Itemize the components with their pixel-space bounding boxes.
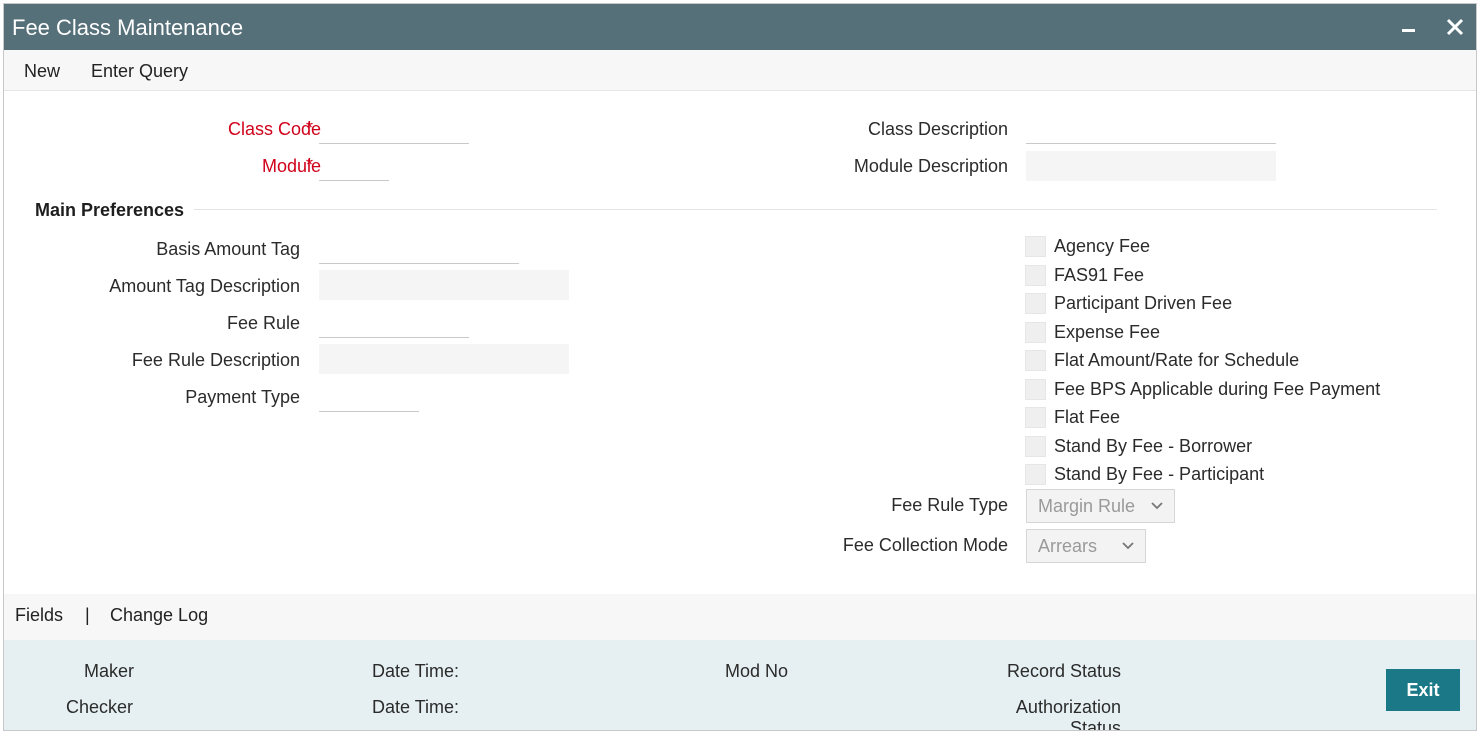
- flat-amount-rate-checkbox[interactable]: [1025, 350, 1046, 371]
- fee-class-maintenance-window: Fee Class Maintenance New Enter Query Cl…: [3, 3, 1477, 731]
- basis-amount-tag-input[interactable]: [319, 234, 519, 264]
- flat-fee-label: Flat Fee: [1054, 407, 1121, 427]
- fee-rule-type-value: Margin Rule: [1038, 496, 1136, 516]
- chevron-down-icon: [1150, 490, 1164, 522]
- fee-rule-type-select[interactable]: Margin Rule: [1026, 489, 1175, 523]
- expense-fee-label: Expense Fee: [1054, 322, 1161, 342]
- maker-label: Maker: [84, 661, 135, 681]
- fas91-fee-label: FAS91 Fee: [1054, 265, 1145, 285]
- payment-type-input[interactable]: [319, 382, 419, 412]
- module-description-input: [1026, 151, 1276, 181]
- close-icon[interactable]: [1440, 12, 1470, 42]
- payment-type-label: Payment Type: [185, 387, 300, 407]
- fee-collection-mode-value: Arrears: [1038, 536, 1098, 556]
- fee-rule-type-label: Fee Rule Type: [891, 495, 1008, 515]
- stand-by-fee-participant-label: Stand By Fee - Participant: [1054, 464, 1265, 484]
- exit-button[interactable]: Exit: [1386, 669, 1460, 711]
- fee-rule-input[interactable]: [319, 308, 469, 338]
- flat-amount-rate-label: Flat Amount/Rate for Schedule: [1054, 350, 1300, 370]
- class-description-input[interactable]: [1026, 114, 1276, 144]
- basis-amount-tag-label: Basis Amount Tag: [156, 239, 300, 259]
- section-divider: [194, 209, 1437, 210]
- module-description-label: Module Description: [853, 156, 1008, 176]
- chevron-down-icon: [1121, 530, 1135, 562]
- fee-bps-applicable-label: Fee BPS Applicable during Fee Payment: [1054, 379, 1381, 399]
- class-description-label: Class Description: [867, 119, 1008, 139]
- maker-date-time-label: Date Time:: [372, 661, 460, 681]
- flat-fee-checkbox[interactable]: [1025, 407, 1046, 428]
- amount-tag-description-input: [319, 270, 569, 300]
- checker-label: Checker: [66, 697, 134, 717]
- class-code-input[interactable]: [319, 114, 469, 144]
- module-required-marker: *: [306, 155, 314, 175]
- change-log-link[interactable]: Change Log: [110, 605, 208, 626]
- authorization-status-label-line2: Status: [1069, 718, 1121, 731]
- minimize-icon[interactable]: [1394, 12, 1424, 42]
- footer-links-bar: Fields | Change Log: [4, 594, 1476, 640]
- toolbar: New Enter Query: [4, 50, 1476, 91]
- amount-tag-description-label: Amount Tag Description: [109, 276, 300, 296]
- agency-fee-checkbox[interactable]: [1025, 236, 1046, 257]
- stand-by-fee-borrower-label: Stand By Fee - Borrower: [1054, 436, 1253, 456]
- fas91-fee-checkbox[interactable]: [1025, 265, 1046, 286]
- main-preferences-heading: Main Preferences: [35, 200, 185, 220]
- fee-rule-label: Fee Rule: [226, 313, 300, 333]
- checker-date-time-label: Date Time:: [372, 697, 460, 717]
- fee-collection-mode-select[interactable]: Arrears: [1026, 529, 1146, 563]
- new-button[interactable]: New: [24, 61, 60, 82]
- fee-collection-mode-label: Fee Collection Mode: [842, 535, 1008, 555]
- audit-panel: Maker Checker Date Time: Date Time: Mod …: [4, 640, 1476, 730]
- module-input[interactable]: [319, 151, 389, 181]
- participant-driven-fee-label: Participant Driven Fee: [1054, 293, 1233, 313]
- class-code-required-marker: *: [306, 118, 314, 138]
- title-bar: Fee Class Maintenance: [4, 4, 1476, 50]
- agency-fee-label: Agency Fee: [1054, 236, 1151, 256]
- expense-fee-checkbox[interactable]: [1025, 322, 1046, 343]
- fee-rule-description-input: [319, 344, 569, 374]
- record-status-label: Record Status: [1006, 661, 1121, 681]
- fields-link[interactable]: Fields: [15, 605, 63, 626]
- window-title: Fee Class Maintenance: [12, 15, 244, 40]
- stand-by-fee-participant-checkbox[interactable]: [1025, 464, 1046, 485]
- enter-query-button[interactable]: Enter Query: [91, 61, 188, 82]
- fee-bps-applicable-checkbox[interactable]: [1025, 379, 1046, 400]
- stand-by-fee-borrower-checkbox[interactable]: [1025, 436, 1046, 457]
- authorization-status-label-line1: Authorization: [1015, 697, 1121, 717]
- fee-rule-description-label: Fee Rule Description: [131, 350, 300, 370]
- participant-driven-fee-checkbox[interactable]: [1025, 293, 1046, 314]
- mod-no-label: Mod No: [725, 661, 789, 681]
- link-separator: |: [85, 605, 90, 625]
